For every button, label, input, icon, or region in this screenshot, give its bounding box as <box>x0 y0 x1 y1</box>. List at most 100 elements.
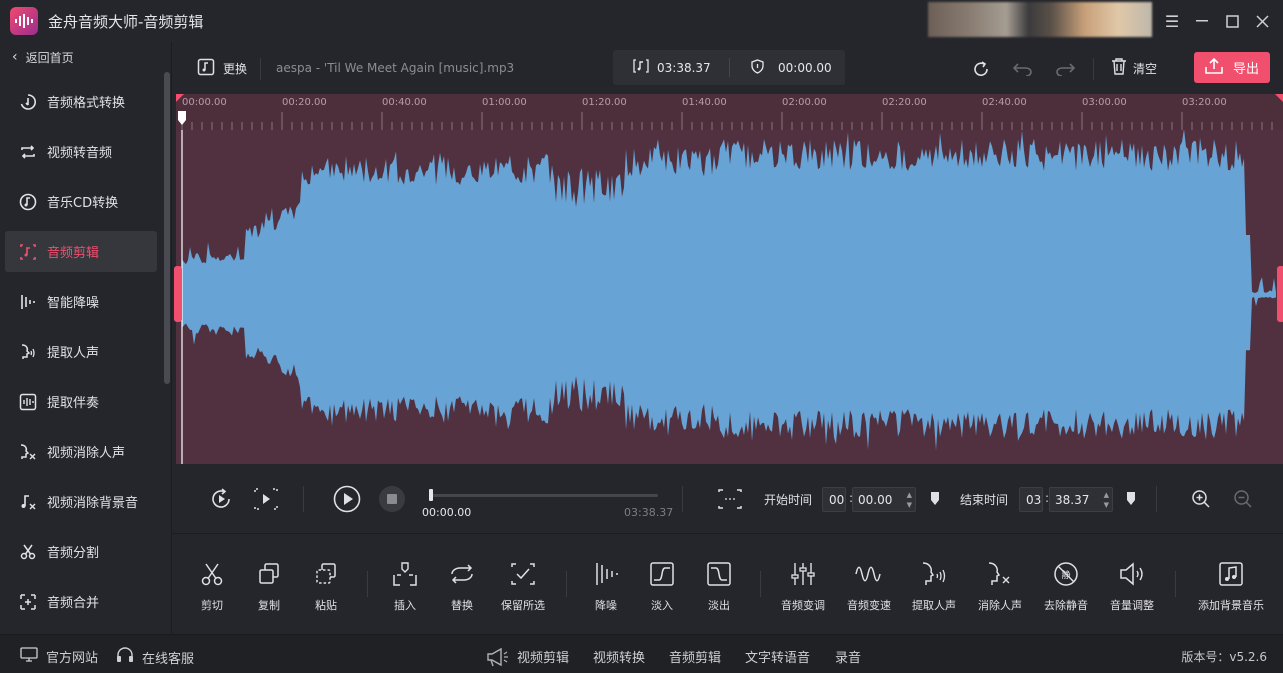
close-icon[interactable] <box>1251 10 1273 32</box>
sidebar-item-video-remove-bg[interactable]: 视频消除背景音 <box>5 481 157 522</box>
sidebar-item-video-remove-voice[interactable]: 视频消除人声 <box>5 431 157 472</box>
playback-progress-knob[interactable] <box>429 489 433 501</box>
spinner-icon[interactable]: ▲ ▼ <box>1104 490 1109 510</box>
sidebar-item-label: 音乐CD转换 <box>47 196 119 211</box>
start-minute-input[interactable]: 00 <box>822 487 846 512</box>
promo-link-video-edit[interactable]: 视频剪辑 <box>517 647 569 666</box>
selection-end-handle[interactable] <box>1277 266 1283 322</box>
tool-label: 插入 <box>394 599 416 612</box>
end-time-label: 结束时间 <box>960 493 1009 507</box>
start-second-input[interactable]: 00.00 ▲ ▼ <box>852 487 916 512</box>
maximize-icon[interactable] <box>1221 10 1243 32</box>
audio-edit-icon <box>17 241 39 263</box>
zoom-out-icon[interactable] <box>1229 485 1257 513</box>
replace-file-button[interactable]: 更换 <box>197 58 247 79</box>
fade-out-tool[interactable]: 淡出 <box>679 559 759 613</box>
official-site-link[interactable]: 官方网站 <box>20 647 98 666</box>
play-button[interactable] <box>333 485 361 513</box>
divider <box>729 58 730 77</box>
menu-icon[interactable]: ☰ <box>1161 10 1183 32</box>
sidebar-item-label: 视频消除人声 <box>47 446 126 461</box>
current-time: 00:00.00 <box>422 506 472 519</box>
volume-tool[interactable]: 音量调整 <box>1092 559 1172 613</box>
sidebar-item-audio-split[interactable]: 音频分割 <box>5 531 157 572</box>
sidebar-item-extract-accompaniment[interactable]: 提取伴奏 <box>5 381 157 422</box>
spinner-icon[interactable]: ▲ ▼ <box>907 490 912 510</box>
tool-label: 替换 <box>451 599 473 612</box>
tool-label: 音频变速 <box>847 599 891 612</box>
promo-link-record[interactable]: 录音 <box>835 647 861 666</box>
set-start-marker-icon[interactable] <box>921 485 949 513</box>
tool-label: 粘贴 <box>315 599 337 612</box>
sidebar-item-video-to-audio[interactable]: 视频转音频 <box>5 131 157 172</box>
promo-link-audio-edit[interactable]: 音频剪辑 <box>669 647 721 666</box>
loop-icon <box>17 141 39 163</box>
sidebar-item-format-convert[interactable]: 音频格式转换 <box>5 81 157 122</box>
status-bar: 官方网站 在线客服 视频剪辑 视频转换 音频剪辑 文字转语音 录音 版本号：v5… <box>0 634 1283 673</box>
selection-start-handle[interactable] <box>174 266 182 322</box>
replay-icon[interactable] <box>207 485 235 513</box>
paste-tool[interactable]: 粘贴 <box>286 559 366 613</box>
accompaniment-icon <box>17 391 39 413</box>
copy-icon <box>254 559 284 589</box>
end-minute-input[interactable]: 03 <box>1019 487 1043 512</box>
support-label: 在线客服 <box>142 652 195 667</box>
tool-label: 淡出 <box>708 599 730 612</box>
user-banner[interactable] <box>928 2 1152 37</box>
editor-toolbar: 更换 aespa - 'Til We Meet Again [music].mp… <box>173 42 1283 94</box>
tool-label: 降噪 <box>595 599 617 612</box>
add-bgm-tool[interactable]: 添加背景音乐 <box>1191 559 1271 613</box>
sidebar-item-music-cd[interactable]: 音乐CD转换 <box>5 181 157 222</box>
sidebar-item-label: 提取伴奏 <box>47 396 100 411</box>
sidebar-item-audio-edit[interactable]: 音频剪辑 <box>5 231 157 272</box>
insert-icon <box>390 559 420 589</box>
edit-tools: 剪切 复制 粘贴 插入 替换 保留所选 降噪 淡入 淡出 音频变调 音频变速 提… <box>173 535 1283 632</box>
play-selection-icon[interactable] <box>252 485 280 513</box>
pitch-icon <box>788 559 818 589</box>
denoise-icon <box>17 291 39 313</box>
volume-icon <box>1117 559 1147 589</box>
minimize-icon[interactable] <box>1191 10 1213 32</box>
divider <box>1093 58 1094 80</box>
fade-in-icon <box>647 559 677 589</box>
export-label: 导出 <box>1232 62 1259 77</box>
timeline-ruler[interactable]: 00:00.00 00:20.00 00:40.00 01:00.00 01:20.00… <box>176 94 1283 130</box>
keep-selection-tool[interactable]: 保留所选 <box>483 559 563 613</box>
zoom-in-icon[interactable] <box>1187 485 1215 513</box>
ruler-ticks <box>176 94 1283 130</box>
sidebar-item-audio-merge[interactable]: 音频合并 <box>5 581 157 622</box>
keep-selection-icon <box>508 559 538 589</box>
sidebar-item-extract-voice[interactable]: 提取人声 <box>5 331 157 372</box>
tool-label: 保留所选 <box>501 599 545 612</box>
upload-icon <box>1205 57 1223 78</box>
back-home-link[interactable]: ‹ 返回首页 <box>0 42 171 72</box>
sidebar-item-label: 视频消除背景音 <box>47 496 139 511</box>
playhead-marker-icon[interactable] <box>176 111 188 127</box>
selection-range-icon[interactable] <box>716 485 744 513</box>
undo-icon[interactable] <box>1012 58 1034 80</box>
sidebar-scrollbar[interactable] <box>164 72 170 384</box>
redo-icon[interactable] <box>1054 58 1076 80</box>
promo-link-tts[interactable]: 文字转语音 <box>745 647 810 666</box>
sidebar-item-denoise[interactable]: 智能降噪 <box>5 281 157 322</box>
waveform-panel[interactable]: 00:00.00 00:20.00 00:40.00 01:00.00 01:20.00… <box>174 94 1283 464</box>
promo-link-video-convert[interactable]: 视频转换 <box>593 647 645 666</box>
sidebar: ‹ 返回首页 音频格式转换 视频转音频 音乐CD转换 音频剪辑 智能降噪 提取人… <box>0 42 172 634</box>
erase-voice-icon <box>985 559 1015 589</box>
support-link[interactable]: 在线客服 <box>116 647 194 668</box>
set-end-marker-icon[interactable] <box>1117 485 1145 513</box>
stop-button[interactable] <box>378 485 406 513</box>
waveform[interactable] <box>176 130 1283 464</box>
export-button[interactable]: 导出 <box>1194 52 1270 83</box>
sidebar-item-label: 音频分割 <box>47 546 100 561</box>
clear-label: 清空 <box>1133 61 1158 76</box>
remove-bg-icon <box>17 491 39 513</box>
tool-label: 添加背景音乐 <box>1198 599 1264 612</box>
music-cd-icon <box>17 191 39 213</box>
playback-progress-track[interactable] <box>430 494 658 497</box>
end-second-input[interactable]: 38.37 ▲ ▼ <box>1049 487 1113 512</box>
clear-button[interactable]: 清空 <box>1111 58 1157 78</box>
refresh-icon[interactable] <box>970 58 992 80</box>
sidebar-item-label: 音频合并 <box>47 596 100 611</box>
sidebar-item-label: 音频剪辑 <box>47 246 100 261</box>
